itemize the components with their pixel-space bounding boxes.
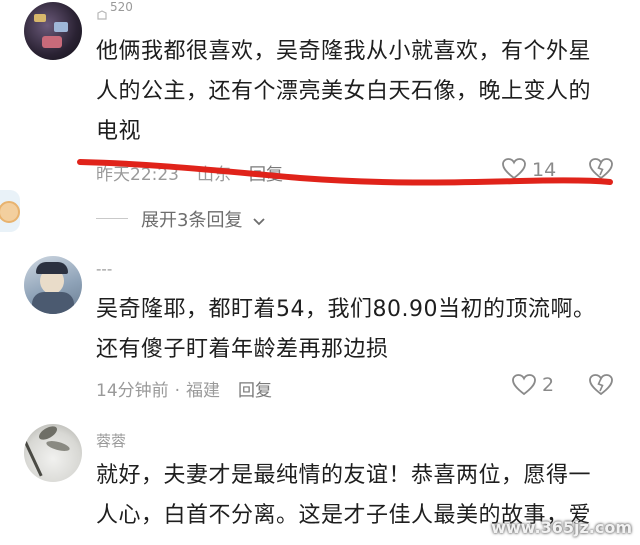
chevron-down-icon (252, 211, 266, 232)
comment-text: 他俩我都很喜欢，吴奇隆我从小就喜欢，有个外星 人的公主，还有个漂亮美女白天石像，… (96, 32, 626, 152)
comment-text: 吴奇隆耶，都盯着54，我们80.90当初的顶流啊。 还有傻子盯着年龄差再那边损 (96, 290, 626, 370)
comment-time: 14分钟前 (96, 381, 169, 401)
username[interactable]: 蓉蓉 (96, 430, 126, 451)
expand-divider (96, 218, 128, 219)
comment-line: 人的公主，还有个漂亮美女白天石像，晚上变人的 (96, 79, 592, 104)
comment-line: 吴奇隆耶，都盯着54，我们80.90当初的顶流啊。 (96, 297, 596, 322)
dislike-icon[interactable] (588, 157, 614, 181)
like-icon[interactable] (501, 157, 527, 181)
username[interactable]: --- (96, 260, 112, 278)
expand-replies-button[interactable]: 展开3条回复 (141, 206, 266, 232)
watermark: www.365jz.com (491, 518, 632, 537)
comment-line: 就好，夫妻才是最纯情的友谊！恭喜两位，愿得一 (96, 463, 592, 488)
comment-meta: 昨天22:23 山东 回复 (96, 160, 301, 185)
reply-button[interactable]: 回复 (238, 381, 272, 401)
like-count: 2 (542, 374, 555, 396)
user-level-icon (96, 6, 108, 20)
comment-location: 山东 (197, 165, 231, 185)
like-icon[interactable] (511, 373, 537, 397)
dislike-icon[interactable] (588, 373, 614, 397)
like-count: 14 (532, 159, 557, 181)
avatar[interactable] (24, 256, 82, 314)
comment-line: 还有傻子盯着年龄差再那边损 (96, 337, 389, 362)
expand-replies-label: 展开3条回复 (141, 210, 243, 231)
reply-button[interactable]: 回复 (249, 165, 283, 185)
comment-line: 他俩我都很喜欢，吴奇隆我从小就喜欢，有个外星 (96, 39, 592, 64)
comment-line: 电视 (96, 119, 142, 144)
username[interactable]: 520 (110, 0, 133, 14)
comment-location: 福建 (186, 381, 221, 401)
avatar[interactable] (24, 2, 82, 60)
comment-meta: 14分钟前 · 福建 回复 (96, 381, 273, 401)
avatar[interactable] (24, 424, 82, 482)
comment-time: 昨天22:23 (96, 165, 179, 185)
